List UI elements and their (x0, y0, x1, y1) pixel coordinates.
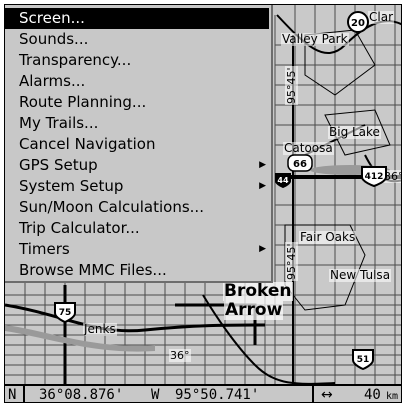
status-separator (23, 386, 25, 402)
menu-item-label: GPS Setup (19, 156, 98, 174)
highway-shield-412: 412 (361, 166, 387, 187)
menu-item-label: Route Planning... (19, 93, 147, 111)
menu-item-label: Screen... (19, 9, 85, 27)
interstate-shield-44: 44 (275, 173, 291, 188)
zoom-range-icon: ↔ (321, 387, 333, 403)
map-label-meridian-bottom: 95°45' (285, 242, 298, 281)
menu-item-label: Transparency... (19, 51, 132, 69)
menu-item-screen[interactable]: Screen... (5, 8, 269, 29)
map-label-fair-oaks: Fair Oaks (299, 230, 357, 244)
menu-item-label: Cancel Navigation (19, 135, 156, 153)
map-label-big-lake: Big Lake (328, 125, 381, 139)
map-label-new-tulsa: New Tulsa (329, 268, 392, 282)
submenu-arrow-icon: ▶ (259, 160, 266, 170)
menu-item-sounds[interactable]: Sounds... (5, 29, 271, 50)
submenu-arrow-icon: ▶ (259, 244, 266, 254)
svg-text:51: 51 (357, 355, 370, 365)
map-label-meridian-top: 95°45' (285, 66, 298, 105)
menu-item-label: System Setup (19, 177, 124, 195)
svg-text:66: 66 (293, 159, 307, 170)
menu-item-system-setup[interactable]: System Setup ▶ (5, 176, 271, 197)
menu-item-label: Trip Calculator... (19, 219, 140, 237)
status-bar: N 36°08.876' W 95°50.741' ↔ 40 km (5, 384, 401, 403)
main-menu: Screen... Sounds... Transparency... Alarms.… (5, 5, 273, 283)
svg-text:44: 44 (277, 176, 289, 185)
latitude-hemisphere: N (8, 387, 17, 403)
menu-item-browse-mmc-files[interactable]: Browse MMC Files... (5, 260, 271, 281)
svg-text:75: 75 (59, 308, 72, 318)
longitude-value: 95°50.741' (175, 387, 260, 403)
menu-item-label: My Trails... (19, 114, 99, 132)
menu-item-label: Sounds... (19, 30, 89, 48)
gps-device-screen: Valley Park Clar Big Lake Catoosa Fair O… (0, 0, 406, 407)
menu-item-alarms[interactable]: Alarms... (5, 71, 271, 92)
highway-shield-20: 20 (347, 11, 369, 33)
map-label-clar: Clar (368, 10, 394, 24)
longitude-hemisphere: W (151, 387, 160, 403)
map-label-parallel-36: 36° (169, 349, 191, 362)
highway-shield-51: 51 (352, 349, 374, 370)
menu-item-timers[interactable]: Timers ▶ (5, 239, 271, 260)
map-label-jenks: Jenks (83, 322, 117, 336)
highway-shield-66: 66 (287, 154, 313, 172)
menu-item-label: Sun/Moon Calculations... (19, 198, 204, 216)
svg-text:412: 412 (365, 172, 384, 182)
submenu-arrow-icon: ▶ (259, 181, 266, 191)
highway-shield-75: 75 (54, 302, 76, 323)
zoom-value: 40 (364, 387, 381, 403)
menu-item-gps-setup[interactable]: GPS Setup ▶ (5, 155, 271, 176)
latitude-value: 36°08.876' (39, 387, 124, 403)
menu-item-route-planning[interactable]: Route Planning... (5, 92, 271, 113)
status-separator (312, 386, 314, 402)
menu-item-my-trails[interactable]: My Trails... (5, 113, 271, 134)
map-label-valley-park: Valley Park (281, 32, 349, 46)
menu-item-cancel-navigation[interactable]: Cancel Navigation (5, 134, 271, 155)
menu-item-label: Browse MMC Files... (19, 261, 167, 279)
menu-item-trip-calculator[interactable]: Trip Calculator... (5, 218, 271, 239)
menu-item-label: Alarms... (19, 72, 86, 90)
map-label-arrow: Arrow (224, 300, 284, 320)
display: Valley Park Clar Big Lake Catoosa Fair O… (4, 4, 402, 403)
zoom-unit: km (386, 391, 399, 402)
menu-item-sun-moon-calculations[interactable]: Sun/Moon Calculations... (5, 197, 271, 218)
menu-item-transparency[interactable]: Transparency... (5, 50, 271, 71)
menu-item-label: Timers (19, 240, 70, 258)
map-label-broken: Broken (223, 281, 293, 301)
svg-text:20: 20 (351, 18, 365, 29)
